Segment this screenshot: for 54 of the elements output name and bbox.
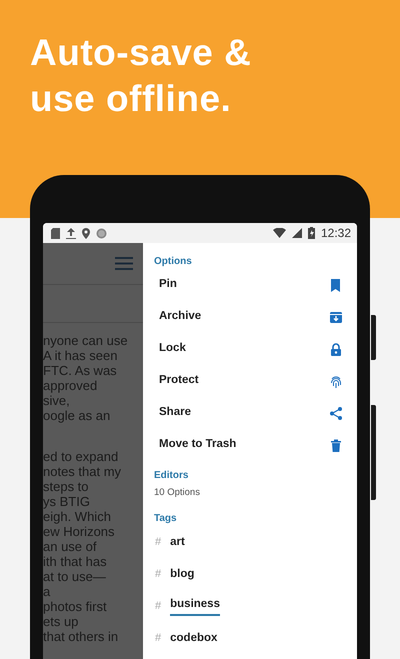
status-time: 12:32: [320, 225, 351, 242]
archive-icon: [330, 310, 342, 324]
note-text-line: eigh. Which: [43, 509, 112, 524]
menu-item[interactable]: Archive: [154, 301, 357, 333]
wifi-icon: [272, 228, 286, 238]
editors-count: 10 Options: [154, 486, 201, 500]
tag-item[interactable]: blog: [170, 566, 194, 583]
note-text-line: at to use—: [43, 569, 107, 584]
note-text-line: ith that has: [43, 554, 108, 569]
tag-item[interactable]: business: [170, 596, 220, 616]
hash-icon: #: [155, 534, 162, 550]
trash-icon: [330, 438, 342, 452]
note-text-line: photos first: [43, 599, 108, 614]
hash-icon: #: [155, 598, 162, 614]
note-text-line: FTC. As was: [43, 363, 118, 378]
note-text-line: that others in: [43, 629, 120, 644]
menu-item[interactable]: Move to Trash: [154, 429, 357, 461]
hash-icon: #: [155, 630, 162, 646]
note-text-line: steps to: [43, 479, 90, 494]
menu-item[interactable]: Lock: [154, 333, 357, 365]
battery-icon: [308, 227, 315, 239]
note-text-line: A it has seen: [43, 348, 118, 363]
note-text-line: a: [43, 584, 52, 599]
share-icon: [330, 406, 342, 420]
note-text-line: notes that my: [43, 464, 122, 479]
headline: use offline.: [30, 77, 232, 121]
sd-card-icon: [51, 228, 60, 238]
section-heading: Options: [154, 255, 193, 269]
circle-icon: [96, 228, 107, 238]
note-text-line: approved: [43, 378, 98, 393]
headline: Auto-save &: [30, 31, 252, 75]
menu-item[interactable]: Share: [154, 397, 357, 429]
section-heading: Tags: [154, 512, 178, 526]
hash-icon: #: [155, 566, 162, 582]
fingerprint-icon: [330, 374, 342, 388]
signal-icon: [292, 228, 302, 238]
note-text-line: ets up: [43, 614, 80, 629]
note-text-line: nyone can use: [43, 333, 129, 348]
note-text-line: ed to expand: [43, 449, 120, 464]
menu-item[interactable]: Protect: [154, 365, 357, 397]
note-text-line: ys BTIG: [43, 494, 91, 509]
tag-item[interactable]: codebox: [170, 630, 218, 647]
location-icon: [82, 228, 90, 238]
section-heading: Editors: [154, 469, 190, 483]
note-text-line: ew Horizons: [43, 524, 116, 539]
tag-item[interactable]: art: [170, 534, 185, 551]
lock-icon: [330, 342, 342, 356]
upload-icon: [66, 228, 76, 238]
menu-item[interactable]: Pin: [154, 269, 357, 301]
note-text-line: oogle as an: [43, 408, 112, 423]
bookmark-icon: [330, 278, 342, 292]
note-text-line: sive,: [43, 393, 71, 408]
menu-icon[interactable]: [115, 257, 133, 270]
note-text-line: an use of: [43, 539, 98, 554]
